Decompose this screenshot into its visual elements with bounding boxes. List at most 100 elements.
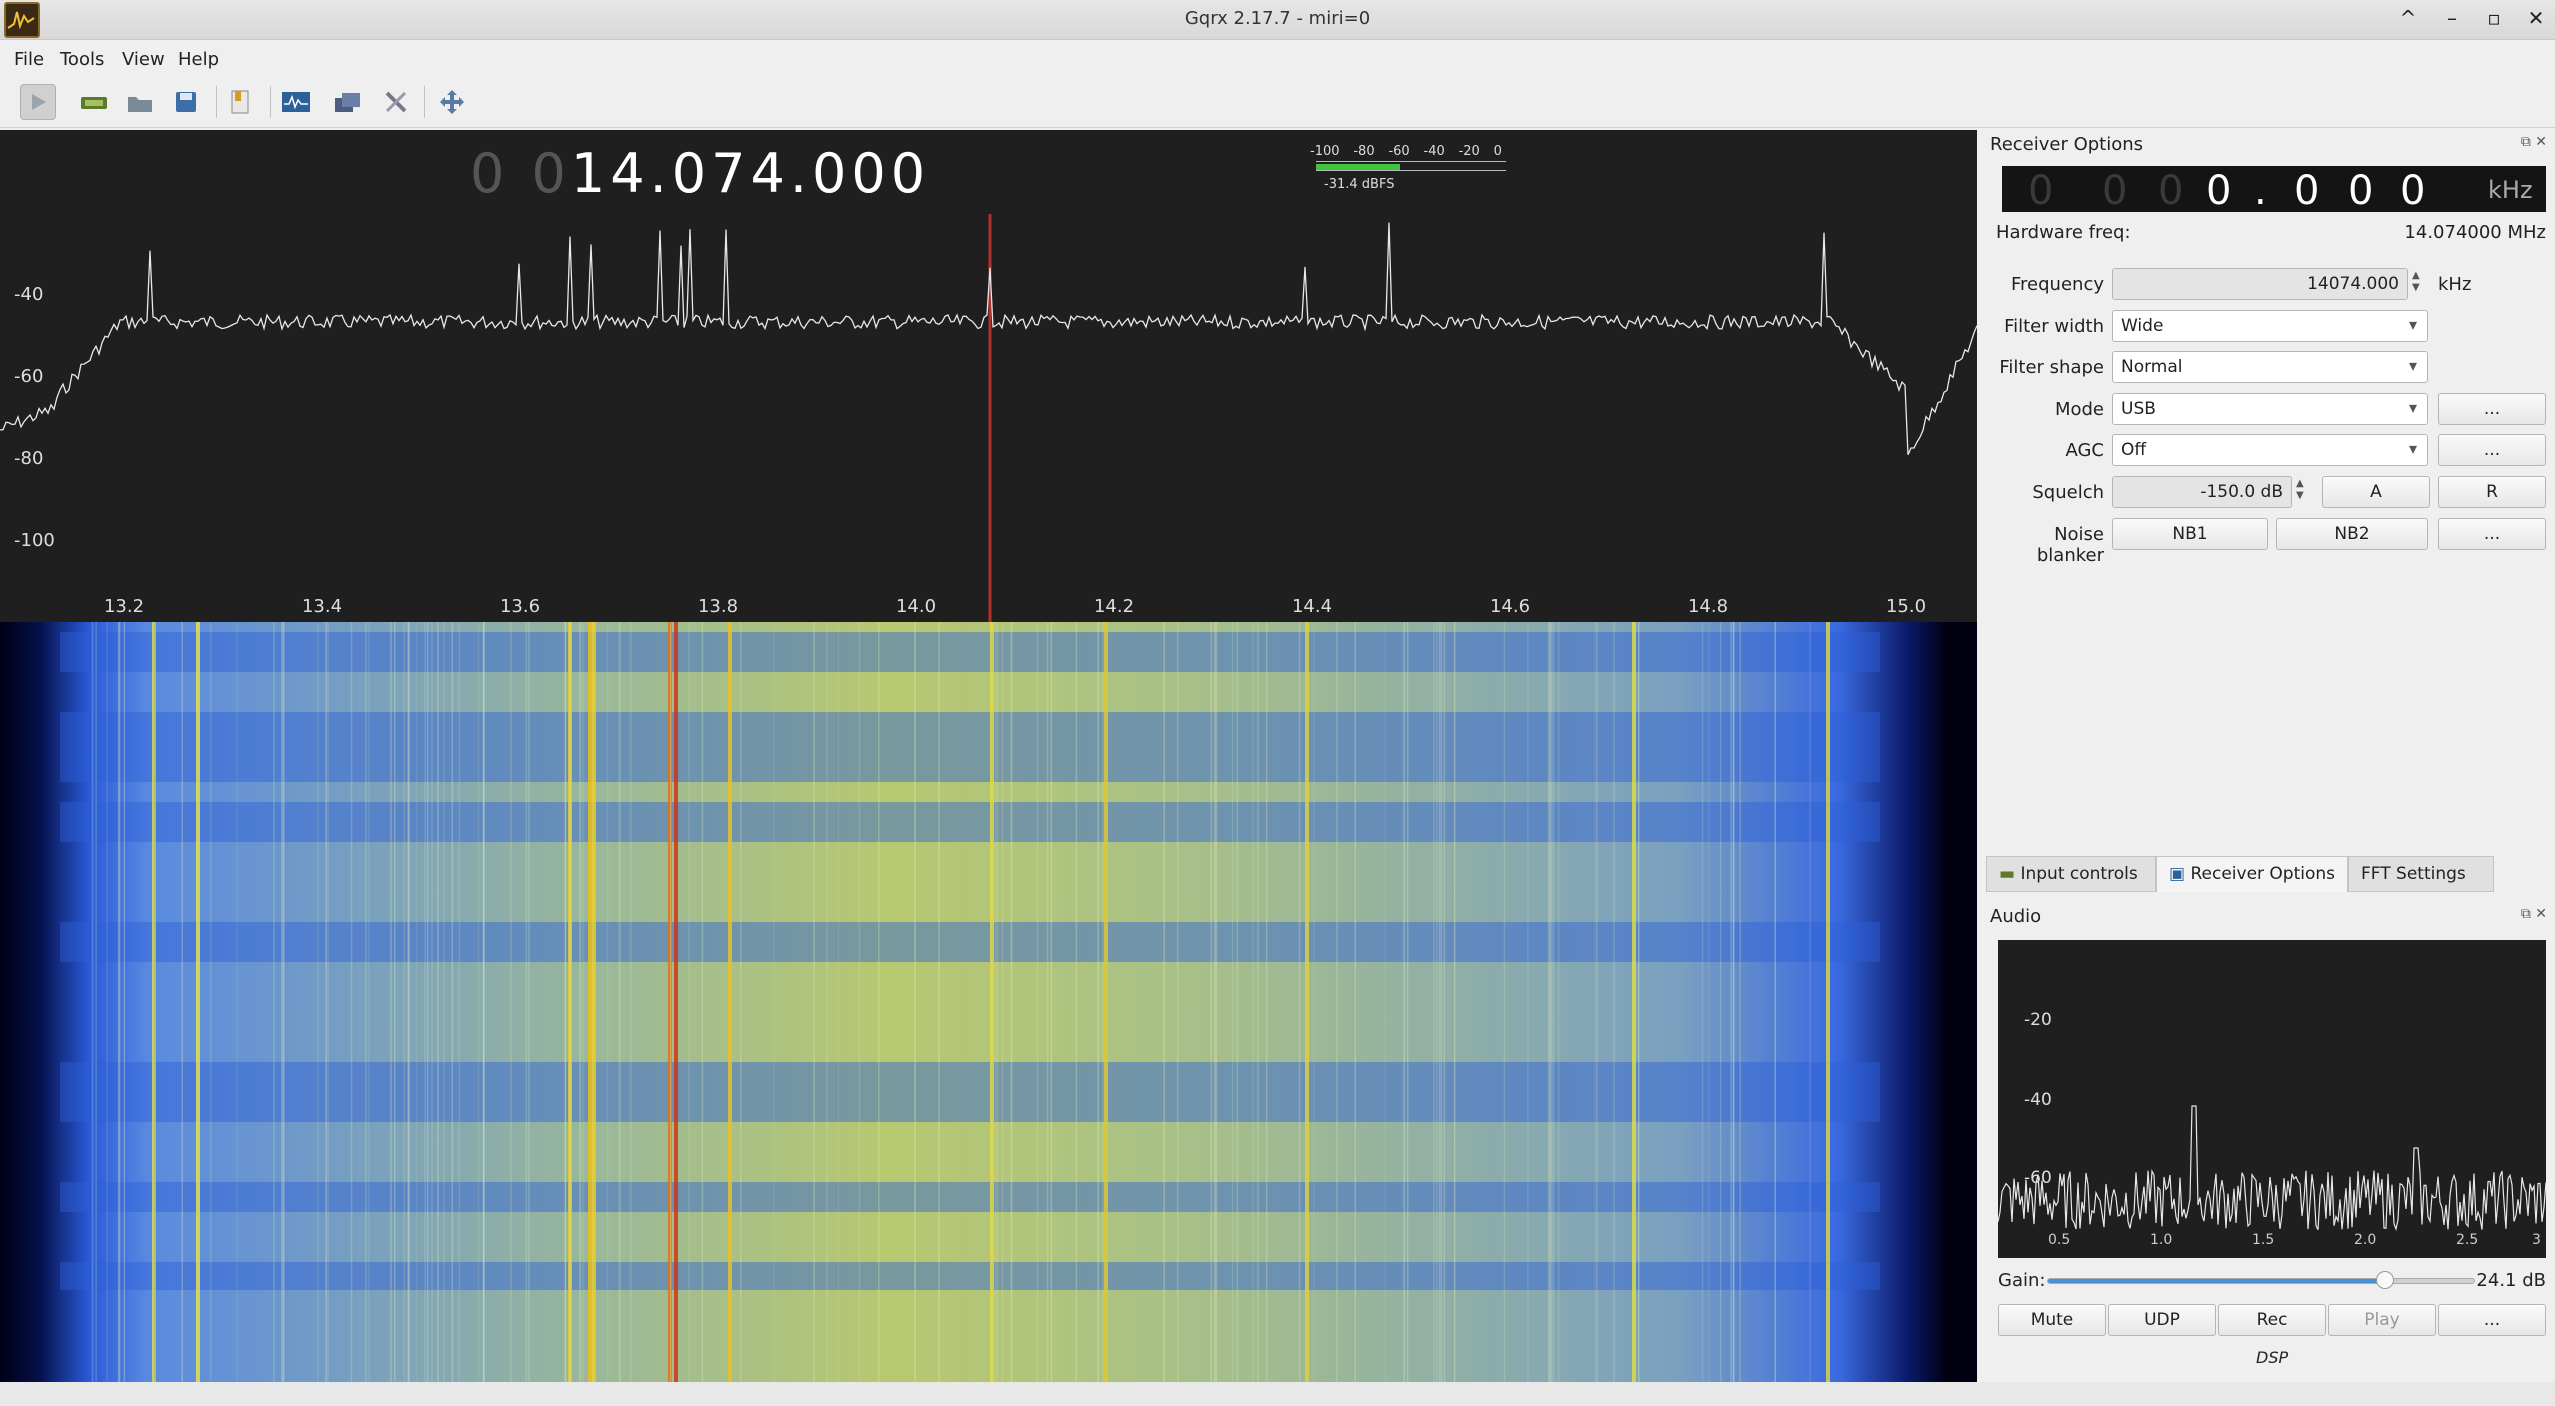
close-button[interactable]: ✕	[2522, 6, 2550, 30]
waterfall-noise-line	[1719, 622, 1722, 1382]
waterfall-signal-line	[1632, 622, 1636, 1382]
waterfall-noise-line	[1236, 622, 1239, 1382]
remote-icon[interactable]	[330, 84, 366, 120]
x-tick: 14.8	[1687, 596, 1729, 617]
agc-options-button[interactable]: ...	[2438, 434, 2546, 466]
waterfall-noise-line	[408, 622, 410, 1382]
keep-above-button[interactable]: ^	[2394, 6, 2422, 30]
mute-button[interactable]: Mute	[1998, 1304, 2106, 1336]
dock-title: Audio	[1990, 906, 2042, 927]
waterfall-noise-line	[1210, 622, 1213, 1382]
menu-help[interactable]: Help	[178, 49, 219, 70]
waterfall-noise-line	[1213, 622, 1216, 1382]
hardware-icon[interactable]	[76, 84, 112, 120]
waterfall-noise-line	[606, 622, 609, 1382]
menu-view[interactable]: View	[122, 49, 165, 70]
squelch-auto-button[interactable]: A	[2322, 476, 2430, 508]
waterfall-signal-line	[1104, 622, 1108, 1382]
dock-float-close-icons[interactable]: ⧉ ✕	[2521, 906, 2547, 922]
waterfall-noise-line	[1547, 622, 1550, 1382]
tab-receiver-options[interactable]: ▣ Receiver Options	[2156, 856, 2348, 892]
waterfall-noise-line	[281, 622, 283, 1382]
open-icon[interactable]	[122, 84, 158, 120]
bookmark-icon[interactable]	[222, 84, 258, 120]
waterfall-noise-line	[1443, 622, 1446, 1382]
noise-blanker-options-button[interactable]: ...	[2438, 518, 2546, 550]
x-tick: 14.6	[1489, 596, 1531, 617]
waterfall-noise-line	[123, 622, 126, 1382]
mode-select[interactable]: USB	[2112, 393, 2428, 425]
waterfall-band	[60, 712, 1880, 782]
tab-input-controls[interactable]: ▬ Input controls	[1986, 856, 2156, 892]
lcd-digit: 0	[2400, 168, 2426, 214]
squelch-spinner[interactable]: ▲ ▼	[2296, 478, 2304, 502]
minimize-button[interactable]: –	[2438, 6, 2466, 30]
y-tick: -80	[14, 448, 44, 469]
waterfall-noise-line	[510, 622, 512, 1382]
maximize-button[interactable]: ▫	[2480, 6, 2508, 30]
udp-button[interactable]: UDP	[2108, 1304, 2216, 1336]
frequency-display[interactable]: 0 014.074.000	[470, 142, 930, 205]
rec-button[interactable]: Rec	[2218, 1304, 2326, 1336]
audio-y-tick: -60	[2024, 1168, 2052, 1188]
frequency-input[interactable]: 14074.000	[2112, 268, 2408, 300]
waterfall-noise-line	[365, 622, 367, 1382]
noise-blanker-label: Noise blanker	[2036, 524, 2104, 566]
waterfall-noise-line	[630, 622, 632, 1382]
spectrum-plot[interactable]: 0 014.074.000 -100 -80 -60 -40 -20 0 -31…	[0, 130, 1977, 622]
hardware-icon: ▬	[1999, 864, 2016, 884]
audio-fft-plot[interactable]: -20 -40 -60 0.5 1.0 1.5 2.0 2.5 3	[1998, 940, 2546, 1258]
audio-x-tick: 2.5	[2456, 1232, 2479, 1248]
gain-slider[interactable]	[2047, 1271, 2475, 1289]
tab-fft-settings[interactable]: FFT Settings	[2348, 856, 2494, 892]
waterfall-noise-line	[1552, 622, 1555, 1382]
filter-width-select[interactable]: Wide	[2112, 310, 2428, 342]
waterfall-signal-line	[728, 622, 732, 1382]
waterfall-noise-line	[273, 622, 275, 1382]
meter-tick: -80	[1353, 144, 1375, 159]
nb2-button[interactable]: NB2	[2276, 518, 2428, 550]
waterfall-display[interactable]	[0, 622, 1977, 1382]
nb1-button[interactable]: NB1	[2112, 518, 2268, 550]
window-title: Gqrx 2.17.7 - miri=0	[1184, 8, 1371, 29]
play-button[interactable]: Play	[2328, 1304, 2436, 1336]
squelch-reset-button[interactable]: R	[2438, 476, 2546, 508]
waterfall-noise-line	[1527, 622, 1529, 1382]
waterfall-noise-line	[1453, 622, 1456, 1382]
y-tick: -40	[14, 284, 44, 305]
waveform-icon[interactable]	[278, 84, 314, 120]
filter-shape-select[interactable]: Normal	[2112, 351, 2428, 383]
agc-select[interactable]: Off	[2112, 434, 2428, 466]
waterfall-noise-line	[1312, 622, 1315, 1382]
waterfall-noise-line	[569, 622, 571, 1382]
audio-options-button[interactable]: ...	[2438, 1304, 2546, 1336]
dock-float-close-icons[interactable]: ⧉ ✕	[2521, 134, 2547, 150]
fullscreen-icon[interactable]	[434, 84, 470, 120]
lcd-frequency-display[interactable]: 0 0 0 0 . 0 0 0 kHz	[2002, 166, 2546, 214]
waterfall-noise-line	[1298, 622, 1301, 1382]
waterfall-noise-line	[325, 622, 327, 1382]
dock-title: Receiver Options	[1990, 134, 2144, 155]
squelch-input[interactable]: -150.0 dB	[2112, 476, 2292, 508]
meter-tick: -20	[1458, 144, 1480, 159]
tools-icon[interactable]	[378, 84, 414, 120]
filter-shape-label: Filter shape	[1999, 357, 2104, 378]
waterfall-noise-line	[1558, 622, 1560, 1382]
gain-slider-handle[interactable]	[2375, 1271, 2394, 1289]
menu-file[interactable]: File	[14, 49, 44, 70]
play-icon[interactable]	[20, 84, 56, 120]
waterfall-noise-line	[1708, 622, 1710, 1382]
waterfall-noise-line	[740, 622, 742, 1382]
gain-label: Gain:	[1998, 1270, 2046, 1291]
y-tick: -100	[14, 530, 55, 551]
mode-options-button[interactable]: ...	[2438, 393, 2546, 425]
menu-tools[interactable]: Tools	[60, 49, 104, 70]
waterfall-noise-line	[426, 622, 429, 1382]
audio-y-tick: -40	[2024, 1090, 2052, 1110]
waterfall-noise-line	[1046, 622, 1049, 1382]
lcd-digit: 0	[2206, 168, 2232, 214]
save-icon[interactable]	[168, 84, 204, 120]
toolbar-separator	[424, 86, 425, 118]
waterfall-noise-line	[1613, 622, 1615, 1382]
frequency-spinner[interactable]: ▲ ▼	[2412, 270, 2420, 294]
